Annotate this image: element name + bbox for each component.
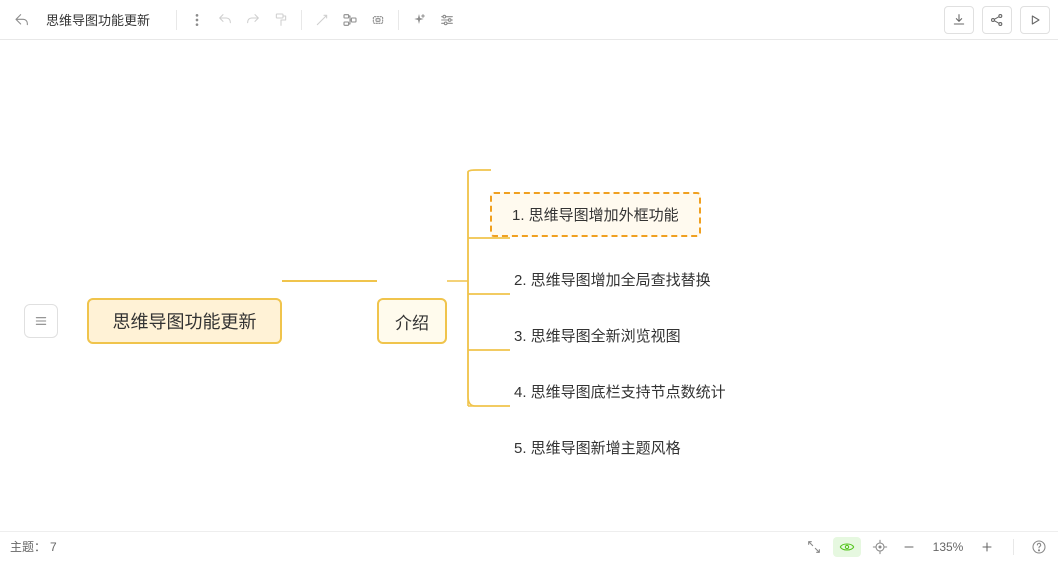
ai-sparkle-button[interactable] bbox=[405, 6, 433, 34]
download-button[interactable] bbox=[944, 6, 974, 34]
mindmap-leaf-node[interactable]: 4. 思维导图底栏支持节点数统计 bbox=[514, 381, 726, 402]
topic-count-label: 主题： bbox=[10, 538, 46, 555]
fit-screen-button[interactable] bbox=[805, 538, 823, 556]
separator bbox=[176, 10, 177, 30]
redo-button[interactable] bbox=[239, 6, 267, 34]
document-title[interactable]: 思维导图功能更新 bbox=[46, 10, 150, 29]
location-button[interactable] bbox=[871, 538, 889, 556]
format-paint-button[interactable] bbox=[267, 6, 295, 34]
boundary-button[interactable] bbox=[364, 6, 392, 34]
mindmap-leaf-node[interactable]: 3. 思维导图全新浏览视图 bbox=[514, 325, 681, 346]
toolbar-center bbox=[170, 6, 461, 34]
mindmap-leaf-node[interactable]: 5. 思维导图新增主题风格 bbox=[514, 437, 681, 458]
top-toolbar: 思维导图功能更新 bbox=[0, 0, 1058, 40]
mindmap-leaf-node[interactable]: 1. 思维导图增加外框功能 bbox=[490, 192, 701, 237]
pointer-button[interactable] bbox=[308, 6, 336, 34]
back-button[interactable] bbox=[8, 6, 36, 34]
separator bbox=[398, 10, 399, 30]
status-left: 主题： 7 bbox=[10, 538, 57, 555]
zoom-level[interactable]: 135% bbox=[929, 540, 967, 554]
play-button[interactable] bbox=[1020, 6, 1050, 34]
mindmap-root-node[interactable]: 思维导图功能更新 bbox=[87, 298, 282, 344]
adjustments-button[interactable] bbox=[433, 6, 461, 34]
zoom-out-button[interactable] bbox=[899, 537, 919, 557]
status-bar: 主题： 7 135% bbox=[0, 531, 1058, 561]
help-button[interactable] bbox=[1030, 538, 1048, 556]
mindmap-canvas[interactable]: 思维导图功能更新 介绍 1. 思维导图增加外框功能 2. 思维导图增加全局查找替… bbox=[0, 40, 1058, 531]
undo-button[interactable] bbox=[211, 6, 239, 34]
topic-count-value: 7 bbox=[50, 540, 57, 554]
add-node-button[interactable] bbox=[336, 6, 364, 34]
more-button[interactable] bbox=[183, 6, 211, 34]
outline-toggle-button[interactable] bbox=[24, 304, 58, 338]
status-right: 135% bbox=[805, 537, 1048, 557]
separator bbox=[301, 10, 302, 30]
toolbar-right bbox=[944, 6, 1050, 34]
mindmap-branch-node[interactable]: 介绍 bbox=[377, 298, 447, 344]
share-button[interactable] bbox=[982, 6, 1012, 34]
separator bbox=[1013, 539, 1014, 555]
zoom-in-button[interactable] bbox=[977, 537, 997, 557]
mindmap-leaf-node[interactable]: 2. 思维导图增加全局查找替换 bbox=[514, 269, 711, 290]
toolbar-left: 思维导图功能更新 bbox=[8, 6, 150, 34]
preview-mode-button[interactable] bbox=[833, 537, 861, 557]
